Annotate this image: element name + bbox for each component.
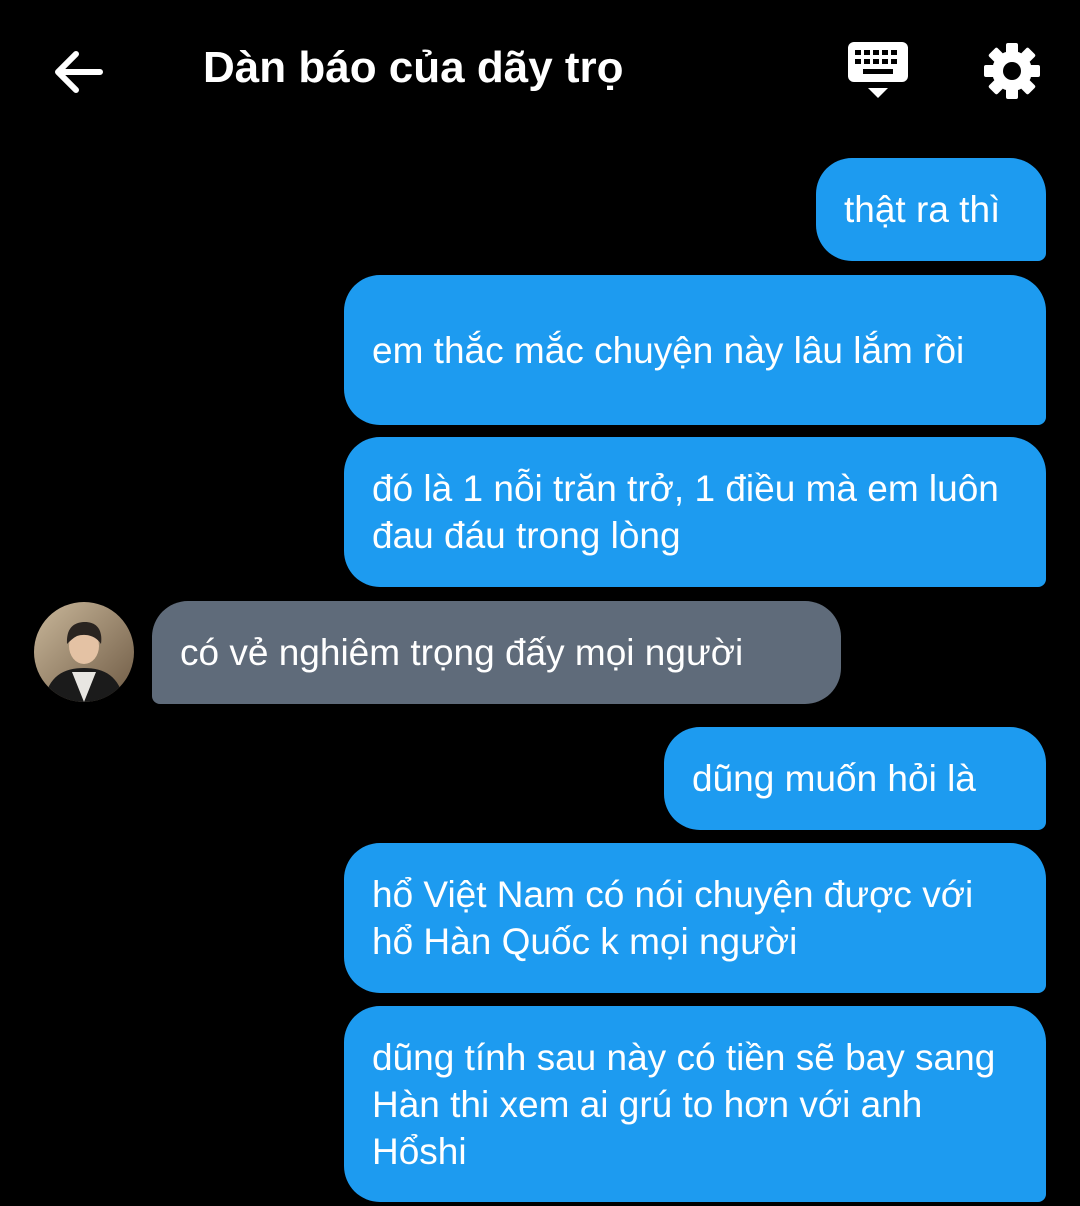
outgoing-message-bubble[interactable]: hổ Việt Nam có nói chuyện được với hổ Hà…	[344, 843, 1046, 993]
back-button[interactable]	[50, 44, 106, 100]
message-text: hổ Việt Nam có nói chuyện được với hổ Hà…	[372, 874, 974, 962]
outgoing-message-bubble[interactable]: đó là 1 nỗi trăn trở, 1 điều mà em luôn …	[344, 437, 1046, 587]
avatar-photo	[34, 602, 134, 702]
arrow-left-icon	[55, 51, 103, 93]
message-text: đó là 1 nỗi trăn trở, 1 điều mà em luôn …	[372, 468, 999, 556]
message-text: dũng tính sau này có tiền sẽ bay sang Hà…	[372, 1036, 996, 1172]
conversation-title: Dàn báo của dãy trọ	[203, 43, 624, 92]
keyboard-icon	[848, 42, 908, 98]
message-text: em thắc mắc chuyện này lâu lắm rồi	[372, 329, 965, 371]
contact-avatar[interactable]	[34, 602, 134, 702]
keyboard-button[interactable]	[846, 40, 910, 104]
message-text: thật ra thì	[844, 189, 1001, 230]
outgoing-message-bubble[interactable]: dũng muốn hỏi là	[664, 727, 1046, 830]
message-text: có vẻ nghiêm trọng đấy mọi người	[180, 632, 744, 673]
gear-icon	[984, 43, 1040, 99]
outgoing-message-bubble[interactable]: thật ra thì	[816, 158, 1046, 261]
message-text: dũng muốn hỏi là	[692, 758, 976, 799]
settings-button[interactable]	[982, 41, 1042, 101]
outgoing-message-bubble[interactable]: em thắc mắc chuyện này lâu lắm rồi	[344, 275, 1046, 425]
incoming-message-bubble[interactable]: có vẻ nghiêm trọng đấy mọi người	[152, 601, 841, 704]
chat-header: Dàn báo của dãy trọ	[0, 0, 1080, 140]
outgoing-message-bubble[interactable]: dũng tính sau này có tiền sẽ bay sang Hà…	[344, 1006, 1046, 1202]
